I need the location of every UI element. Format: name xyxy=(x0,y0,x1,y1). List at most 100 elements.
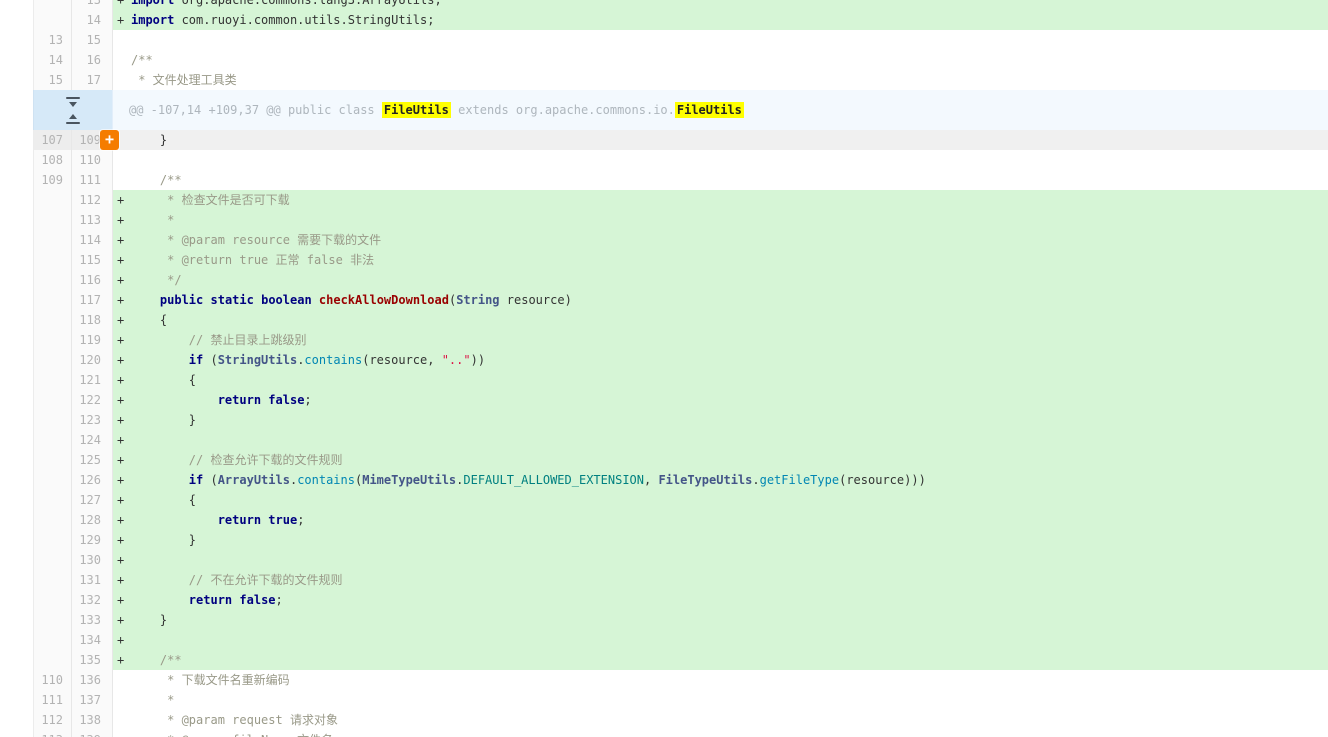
old-line-number[interactable]: 109 xyxy=(33,170,71,190)
diff-row-added: 113 + * xyxy=(33,210,1328,230)
added-line-marker: + xyxy=(117,0,125,7)
code-token: // 禁止目录上跳级别 xyxy=(131,333,307,347)
diff-row-added: 118 + { xyxy=(33,310,1328,330)
code-token: true xyxy=(268,513,298,527)
new-line-number[interactable]: 115 xyxy=(71,250,112,270)
new-line-number[interactable]: 117 xyxy=(71,290,112,310)
new-line-number[interactable]: 134 xyxy=(71,630,112,650)
new-line-number[interactable]: 112 xyxy=(71,190,112,210)
code-line: + // 不在允许下载的文件规则 xyxy=(112,570,1328,590)
code-line: + if (StringUtils.contains(resource, "..… xyxy=(112,350,1328,370)
new-line-number[interactable]: 139 xyxy=(71,730,112,737)
code-line: * xyxy=(112,690,1328,710)
code-line: /** xyxy=(112,170,1328,190)
diff-row-context: 108 110 xyxy=(33,150,1328,170)
old-line-number xyxy=(33,330,71,350)
new-line-number[interactable]: 118 xyxy=(71,310,112,330)
code-token: /** xyxy=(131,53,153,67)
code-line: + import org.apache.commons.lang3.ArrayUt… xyxy=(112,0,1328,10)
new-line-number[interactable]: 122 xyxy=(71,390,112,410)
new-line-number[interactable]: 15 xyxy=(71,30,112,50)
code-line: + * 检查文件是否可下载 xyxy=(112,190,1328,210)
old-line-number xyxy=(33,510,71,530)
code-line: } xyxy=(112,130,1328,150)
new-line-number[interactable]: 114 xyxy=(71,230,112,250)
new-line-number[interactable]: 119 xyxy=(71,330,112,350)
new-line-number[interactable]: 132 xyxy=(71,590,112,610)
new-line-number[interactable]: 120 xyxy=(71,350,112,370)
new-line-number[interactable]: 131 xyxy=(71,570,112,590)
add-comment-button[interactable]: + xyxy=(100,130,119,150)
added-line-marker: + xyxy=(117,193,125,207)
new-line-number[interactable]: 128 xyxy=(71,510,112,530)
new-line-number[interactable]: 116 xyxy=(71,270,112,290)
added-line-marker: + xyxy=(117,293,125,307)
code-line: + */ xyxy=(112,270,1328,290)
context-line-marker xyxy=(117,730,131,737)
old-line-number[interactable]: 110 xyxy=(33,670,71,690)
old-line-number[interactable]: 13 xyxy=(33,30,71,50)
code-token: ; xyxy=(275,593,283,607)
new-line-number[interactable]: 137 xyxy=(71,690,112,710)
new-line-number[interactable]: 121 xyxy=(71,370,112,390)
code-token: * 文件处理工具类 xyxy=(131,73,237,87)
new-line-number[interactable]: 126 xyxy=(71,470,112,490)
code-token: ".." xyxy=(441,353,471,367)
expand-up-button[interactable] xyxy=(61,110,85,127)
diff-row-context: 112 138 * @param request 请求对象 xyxy=(33,710,1328,730)
new-line-number[interactable]: 129 xyxy=(71,530,112,550)
old-line-number[interactable]: 108 xyxy=(33,150,71,170)
code-token: false xyxy=(268,393,305,407)
new-line-number[interactable]: 133 xyxy=(71,610,112,630)
old-line-number xyxy=(33,490,71,510)
code-token: . xyxy=(752,473,760,487)
code-token: } xyxy=(131,613,168,627)
added-line-marker: + xyxy=(117,393,125,407)
added-line-marker: + xyxy=(117,573,125,587)
new-line-number[interactable]: 127 xyxy=(71,490,112,510)
code-line: + // 禁止目录上跳级别 xyxy=(112,330,1328,350)
new-line-number[interactable]: 123 xyxy=(71,410,112,430)
new-line-number[interactable]: 16 xyxy=(71,50,112,70)
old-line-number[interactable]: 113 xyxy=(33,730,71,737)
context-line-marker xyxy=(117,50,131,70)
code-line: + xyxy=(112,630,1328,650)
new-line-number[interactable]: 13 xyxy=(71,0,112,10)
diff-row-context: 109 111 /** xyxy=(33,170,1328,190)
code-token: contains xyxy=(304,353,363,367)
new-line-number[interactable]: 138 xyxy=(71,710,112,730)
search-highlight: FileUtils xyxy=(674,102,744,118)
old-line-number[interactable]: 107 xyxy=(33,130,71,150)
new-line-number[interactable]: 113 xyxy=(71,210,112,230)
code-token: * xyxy=(131,213,175,227)
new-line-number[interactable]: 111 xyxy=(71,170,112,190)
new-line-number[interactable]: 17 xyxy=(71,70,112,90)
new-line-number[interactable]: 14 xyxy=(71,10,112,30)
new-line-number[interactable]: 124 xyxy=(71,430,112,450)
diff-row-added: 129 + } xyxy=(33,530,1328,550)
diff-row-added: 126 + if (ArrayUtils.contains(MimeTypeUti… xyxy=(33,470,1328,490)
old-line-number[interactable]: 112 xyxy=(33,710,71,730)
code-token: return xyxy=(217,393,262,407)
code-token: , xyxy=(644,473,659,487)
added-line-marker: + xyxy=(117,413,125,427)
diff-row-context: 15 17 * 文件处理工具类 xyxy=(33,70,1328,90)
old-line-number[interactable]: 15 xyxy=(33,70,71,90)
added-line-marker: + xyxy=(117,273,125,287)
added-line-marker: + xyxy=(117,313,125,327)
old-line-number[interactable]: 111 xyxy=(33,690,71,710)
diff-row-added: 120 + if (StringUtils.contains(resource, … xyxy=(33,350,1328,370)
code-token: * @param fileName 文件名 xyxy=(131,733,333,737)
new-line-number[interactable]: 136 xyxy=(71,670,112,690)
new-line-number[interactable]: 130 xyxy=(71,550,112,570)
new-line-number[interactable]: 125 xyxy=(71,450,112,470)
expand-down-button[interactable] xyxy=(61,93,85,110)
new-line-number[interactable]: 110 xyxy=(71,150,112,170)
context-line-marker xyxy=(117,670,131,690)
old-line-number[interactable]: 14 xyxy=(33,50,71,70)
new-line-number[interactable]: 135 xyxy=(71,650,112,670)
added-line-marker: + xyxy=(117,493,125,507)
